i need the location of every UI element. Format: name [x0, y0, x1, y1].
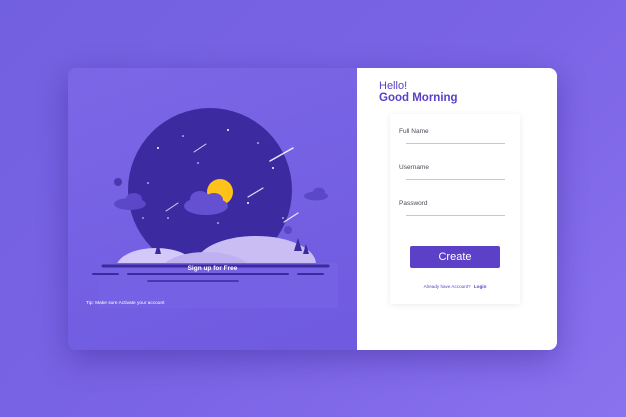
small-planet: [114, 178, 122, 186]
signup-heading: Sign up for Free: [187, 265, 238, 272]
login-link[interactable]: Login: [474, 284, 487, 289]
login-prompt: Already have Account? Login: [390, 284, 520, 289]
password-field[interactable]: Password: [399, 200, 505, 216]
signup-form: Full Name Username Password Create Alrea…: [390, 114, 520, 304]
night-landscape-illustration: [92, 108, 338, 308]
already-have-account-text: Already have Account?: [423, 284, 471, 289]
greeting-good-morning: Good Morning: [379, 92, 458, 104]
username-input[interactable]: [406, 179, 505, 180]
password-label: Password: [399, 200, 428, 207]
greeting-hello: Hello!: [379, 80, 408, 92]
tip-text: Tip: Make sure Activate your account: [86, 301, 165, 306]
username-field[interactable]: Username: [399, 164, 505, 180]
create-button[interactable]: Create: [410, 246, 500, 268]
full-name-field[interactable]: Full Name: [399, 128, 505, 144]
signup-card: Sign up for Free Tip: Make sure Activate…: [68, 68, 557, 350]
form-panel: Hello! Good Morning Full Name Username P…: [357, 68, 557, 350]
illustration-panel: Sign up for Free Tip: Make sure Activate…: [68, 68, 357, 350]
username-label: Username: [399, 164, 429, 171]
password-input[interactable]: [406, 215, 505, 216]
full-name-input[interactable]: [406, 143, 505, 144]
small-planet: [284, 226, 292, 234]
full-name-label: Full Name: [399, 128, 429, 135]
